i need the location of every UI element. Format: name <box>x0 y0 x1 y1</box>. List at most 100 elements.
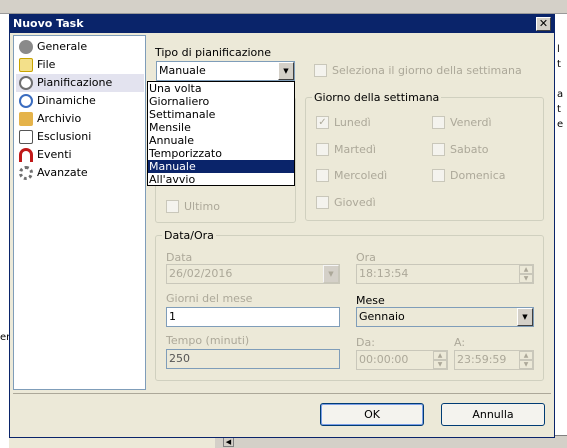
friday-checkbox[interactable] <box>432 116 445 129</box>
nav-item-label: Pianificazione <box>37 76 113 89</box>
nav-item-label: Esclusioni <box>37 130 92 143</box>
weekday-group-title: Giorno della settimana <box>312 91 442 104</box>
background-right-pane: l t a t e <box>553 14 567 448</box>
nav-item-dinamiche[interactable]: Dinamiche <box>16 92 144 110</box>
nav-item-file[interactable]: File <box>16 56 144 74</box>
nav-item-archivio[interactable]: Archivio <box>16 110 144 128</box>
nav-item-label: Archivio <box>37 112 82 125</box>
nav-item-eventi[interactable]: Eventi <box>16 146 144 164</box>
option-annuale[interactable]: Annuale <box>148 134 294 147</box>
nav-item-label: Dinamiche <box>37 94 96 107</box>
gear-icon <box>19 166 33 180</box>
tuesday-checkbox[interactable] <box>316 143 329 156</box>
date-label: Data <box>166 251 193 264</box>
option-manuale[interactable]: Manuale <box>148 160 294 173</box>
nav-item-esclusioni[interactable]: Esclusioni <box>16 128 144 146</box>
last-label: Ultimo <box>184 200 220 213</box>
nav-item-generale[interactable]: Generale <box>16 38 144 56</box>
settings-nav: Generale File Pianificazione Dinamiche A… <box>13 35 146 390</box>
option-settimanale[interactable]: Settimanale <box>148 108 294 121</box>
magnet-icon <box>19 148 33 162</box>
sunday-label: Domenica <box>450 169 506 182</box>
to-value: 23:59:59 <box>457 353 507 366</box>
bg-char: l <box>557 44 560 55</box>
nav-item-label: Avanzate <box>37 166 88 179</box>
background-left-pane: er <box>0 14 10 448</box>
date-field[interactable]: 26/02/2016 ▼ <box>166 264 340 284</box>
folder-icon <box>19 112 33 126</box>
schedule-type-label: Tipo di pianificazione <box>155 46 272 59</box>
bg-char: e <box>557 119 564 130</box>
interval-label: Tempo (minuti) <box>166 334 250 347</box>
file-icon <box>19 58 33 72</box>
nav-item-label: Eventi <box>37 148 72 161</box>
scroll-left-icon[interactable]: ◀ <box>223 437 234 447</box>
chevron-down-icon[interactable]: ▼ <box>278 62 294 80</box>
monday-label: Lunedì <box>334 116 371 129</box>
weekday-group: Giorno della settimana ✓ Lunedì Martedì … <box>305 91 544 221</box>
time-field[interactable]: 18:13:54 ▲ ▼ <box>356 264 534 284</box>
time-spinner[interactable]: ▲ ▼ <box>519 265 533 283</box>
interval-value: 250 <box>169 352 190 365</box>
nav-item-avanzate[interactable]: Avanzate <box>16 164 144 182</box>
nav-item-pianificazione[interactable]: Pianificazione <box>16 74 144 92</box>
bg-char: t <box>557 59 561 70</box>
sunday-checkbox[interactable] <box>432 169 445 182</box>
cancel-button[interactable]: Annulla <box>441 403 545 426</box>
schedule-type-value: Manuale <box>159 64 206 77</box>
to-label: A: <box>454 336 466 349</box>
user-icon <box>19 40 33 54</box>
month-label: Mese <box>356 294 385 307</box>
from-label: Da: <box>356 336 375 349</box>
days-of-month-label: Giorni del mese <box>166 292 253 305</box>
days-of-month-field[interactable]: 1 <box>166 307 340 327</box>
tuesday-label: Martedì <box>334 143 376 156</box>
wednesday-checkbox[interactable] <box>316 169 329 182</box>
to-field[interactable]: 23:59:59 ▲ ▼ <box>454 350 534 370</box>
select-weekday-checkbox[interactable] <box>314 64 327 77</box>
nav-item-label: File <box>37 58 56 71</box>
clock-icon <box>19 76 33 90</box>
option-all-avvio[interactable]: All'avvio <box>148 173 294 186</box>
datetime-group: Data/Ora Data 26/02/2016 ▼ Ora 18:13:54 … <box>155 229 544 381</box>
schedule-type-select[interactable]: Manuale ▼ <box>156 61 295 81</box>
date-value: 26/02/2016 <box>169 267 233 280</box>
option-una-volta[interactable]: Una volta <box>148 82 294 95</box>
refresh-icon <box>19 94 33 108</box>
saturday-label: Sabato <box>450 143 489 156</box>
from-field[interactable]: 00:00:00 ▲ ▼ <box>356 350 448 370</box>
month-select[interactable]: Gennaio ▼ <box>356 307 534 327</box>
monday-checkbox[interactable]: ✓ <box>316 116 329 129</box>
close-icon[interactable]: ✕ <box>536 17 551 31</box>
thursday-label: Giovedì <box>334 196 376 209</box>
background-toolbar <box>0 0 567 14</box>
bg-char: t <box>557 104 561 115</box>
new-task-dialog: Nuovo Task ✕ Generale File Pianificazion… <box>9 14 555 438</box>
schedule-type-dropdown-list: Una volta Giornaliero Settimanale Mensil… <box>147 81 295 186</box>
select-weekday-label: Seleziona il giorno della settimana <box>332 64 522 77</box>
chevron-down-icon[interactable]: ▼ <box>323 265 339 283</box>
friday-label: Venerdì <box>450 116 492 129</box>
from-value: 00:00:00 <box>359 353 409 366</box>
last-checkbox[interactable] <box>166 200 179 213</box>
to-spinner[interactable]: ▲ ▼ <box>519 351 533 369</box>
wednesday-label: Mercoledì <box>334 169 388 182</box>
option-temporizzato[interactable]: Temporizzato <box>148 147 294 160</box>
days-of-month-value: 1 <box>169 310 176 323</box>
month-value: Gennaio <box>359 310 405 323</box>
option-giornaliero[interactable]: Giornaliero <box>148 95 294 108</box>
bg-char: a <box>557 89 564 100</box>
thursday-checkbox[interactable] <box>316 196 329 209</box>
ok-button[interactable]: OK <box>320 403 424 426</box>
from-spinner[interactable]: ▲ ▼ <box>433 351 447 369</box>
option-mensile[interactable]: Mensile <box>148 121 294 134</box>
saturday-checkbox[interactable] <box>432 143 445 156</box>
exclude-icon <box>19 130 33 144</box>
footer-divider <box>13 393 551 394</box>
chevron-down-icon[interactable]: ▼ <box>517 308 533 326</box>
dialog-title: Nuovo Task <box>10 15 554 33</box>
time-value: 18:13:54 <box>359 267 409 280</box>
datetime-group-title: Data/Ora <box>162 229 216 242</box>
time-label: Ora <box>356 251 376 264</box>
interval-field[interactable]: 250 <box>166 349 340 369</box>
